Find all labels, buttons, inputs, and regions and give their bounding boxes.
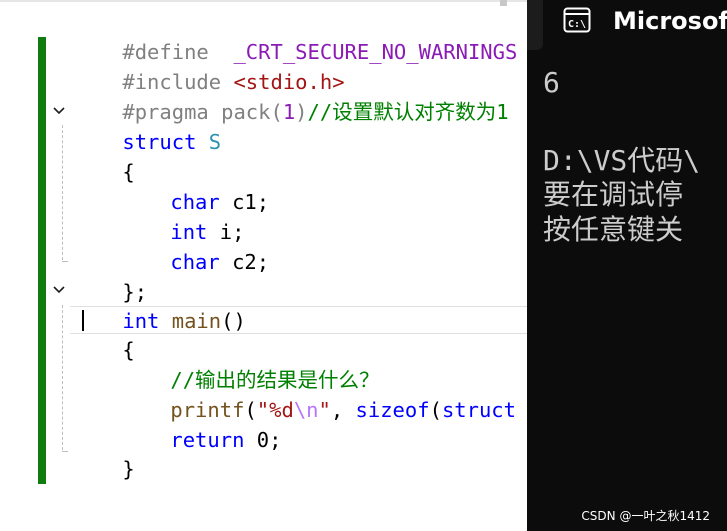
keyword-struct: struct bbox=[441, 398, 516, 422]
program-output: 6 bbox=[543, 66, 560, 99]
pragma-argument: 1 bbox=[282, 100, 296, 124]
paren: ( bbox=[429, 398, 442, 422]
pragma-comment: //设置默认对齐数为1 bbox=[307, 100, 509, 124]
code-line-struct-decl[interactable]: struct S bbox=[73, 97, 221, 154]
code-line-member-i[interactable]: int i; bbox=[121, 187, 244, 244]
console-title: Microsoft bbox=[613, 7, 727, 35]
code-line-main-close[interactable]: } bbox=[73, 424, 134, 481]
change-indicator-bar bbox=[38, 37, 46, 484]
console-titlebar[interactable]: C:\ Microsoft bbox=[527, 0, 727, 50]
code-line-main-open[interactable]: { bbox=[73, 305, 134, 362]
console-press-key-message: 按任意键关 bbox=[543, 213, 684, 246]
code-line-return[interactable]: return 0; bbox=[121, 395, 281, 452]
code-line-main-decl[interactable]: int main() bbox=[73, 276, 245, 333]
collapse-main-toggle[interactable] bbox=[52, 283, 66, 297]
code-line-include[interactable]: #include <stdio.h> bbox=[73, 37, 344, 94]
struct-fold-end bbox=[62, 261, 68, 262]
collapse-struct-toggle[interactable] bbox=[52, 104, 66, 118]
type-keyword: char bbox=[170, 250, 220, 274]
member-name: c2; bbox=[219, 250, 270, 274]
close-brace: } bbox=[122, 457, 135, 481]
code-line-define[interactable]: #define _CRT_SECURE_NO_WARNINGS bbox=[73, 7, 517, 64]
main-fold-end bbox=[62, 451, 68, 452]
function-name: main bbox=[171, 309, 222, 333]
console-path-line: D:\VS代码\ bbox=[543, 144, 701, 177]
chevron-down-icon bbox=[53, 286, 65, 294]
parameter-list: () bbox=[221, 309, 246, 333]
code-editor[interactable]: #define _CRT_SECURE_NO_WARNINGS #include… bbox=[0, 0, 527, 531]
chevron-down-icon bbox=[53, 107, 65, 115]
code-line-pragma[interactable]: #pragma pack(1)//设置默认对齐数为1 bbox=[73, 67, 508, 124]
pragma-close: ) bbox=[295, 100, 308, 124]
sizeof-operator: sizeof bbox=[355, 398, 430, 422]
editor-top-border bbox=[0, 0, 527, 2]
watermark: CSDN @一叶之秋1412 bbox=[581, 509, 710, 523]
struct-fold-guide bbox=[62, 125, 63, 260]
code-line-printf[interactable]: printf("%d\n", sizeof(struct S)); bbox=[121, 365, 527, 422]
escape-sequence: \n bbox=[293, 398, 319, 422]
console-window[interactable]: C:\ Microsoft 6 D:\VS代码\ 要在调试停 按任意键关 CSD… bbox=[527, 0, 727, 531]
code-line-member-c2[interactable]: char c2; bbox=[121, 217, 269, 274]
code-line-member-c1[interactable]: char c1; bbox=[121, 157, 269, 214]
code-line-struct-close[interactable]: }; bbox=[73, 247, 147, 304]
return-value: 0; bbox=[244, 428, 282, 452]
comma: , bbox=[330, 398, 356, 422]
console-debug-message: 要在调试停 bbox=[543, 178, 684, 211]
code-line-comment[interactable]: //输出的结果是什么？ bbox=[121, 335, 379, 392]
code-line-struct-open[interactable]: { bbox=[73, 127, 134, 184]
scrollbar-thumb[interactable] bbox=[500, 0, 507, 6]
keyword-return: return bbox=[170, 428, 245, 452]
main-fold-guide bbox=[62, 305, 63, 450]
window-edge bbox=[527, 0, 543, 50]
terminal-icon: C:\ bbox=[563, 6, 591, 34]
svg-text:C:\: C:\ bbox=[568, 19, 586, 30]
format-string-end: " bbox=[318, 398, 331, 422]
struct-name: S bbox=[208, 130, 222, 154]
